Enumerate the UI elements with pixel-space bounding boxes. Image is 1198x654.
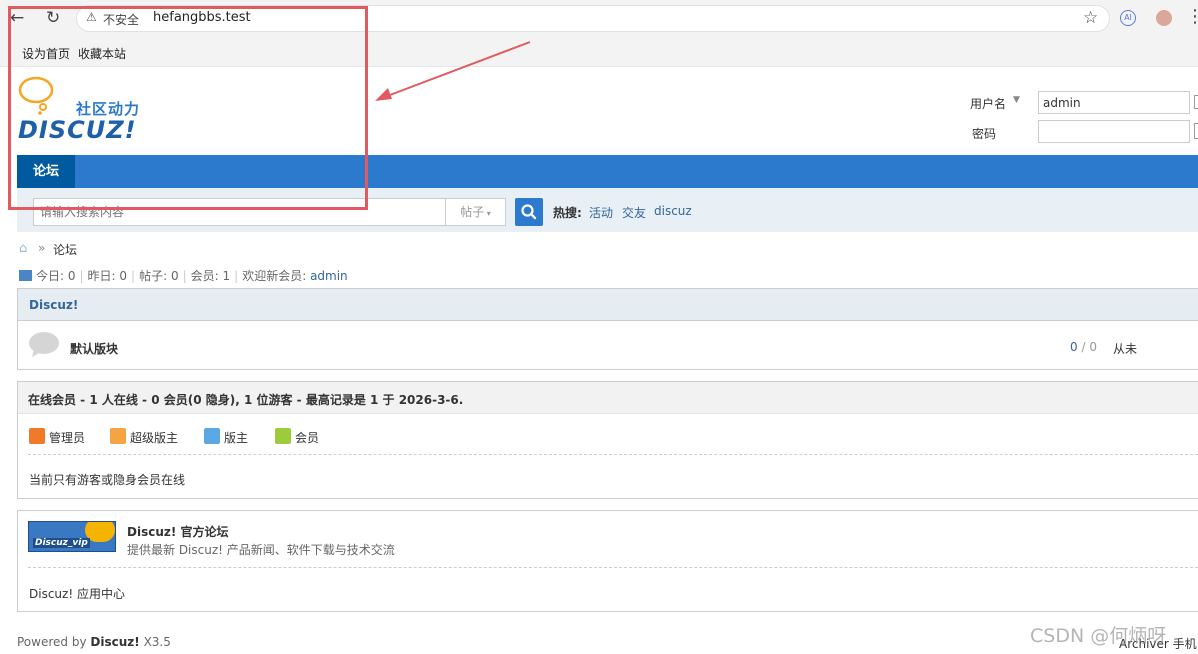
legend-super-moderator: 超级版主 xyxy=(130,431,179,445)
welcome-text: 欢迎新会员: xyxy=(242,269,307,283)
legend-moderator: 版主 xyxy=(224,431,249,445)
powered-prefix: Powered by xyxy=(17,635,87,649)
hot-search-label: 热搜: xyxy=(553,206,582,220)
search-icon xyxy=(521,204,537,220)
auto-login-checkbox[interactable] xyxy=(1194,95,1198,109)
footer-powered: Powered by Discuz! X3.5 xyxy=(17,635,171,649)
ai-icon[interactable]: AI xyxy=(1120,10,1136,26)
hot-search-item[interactable]: 活动 xyxy=(589,204,613,221)
online-header: 在线会员 - 1 人在线 - 0 会员(0 隐身), 1 位游客 - 最高记录是… xyxy=(18,382,1198,414)
forum-name-link[interactable]: 默认版块 xyxy=(70,340,118,357)
annotation-arrow-icon xyxy=(375,41,531,101)
search-button[interactable] xyxy=(515,198,543,226)
stat-today: 今日: 0 xyxy=(36,269,76,283)
home-icon[interactable]: ⌂ xyxy=(19,241,27,256)
online-members-box: 在线会员 - 1 人在线 - 0 会员(0 隐身), 1 位游客 - 最高记录是… xyxy=(17,381,1198,499)
forum-counts: 0 / 0 xyxy=(1070,340,1097,354)
forum-bubble-icon[interactable] xyxy=(28,331,60,359)
username-input[interactable] xyxy=(1038,91,1190,114)
super-moderator-icon xyxy=(110,428,126,444)
stat-yesterday: 昨日: 0 xyxy=(87,269,128,283)
forum-group-header: Discuz! xyxy=(18,289,1198,321)
divider xyxy=(28,454,1198,455)
legend-member: 会员 xyxy=(295,431,320,445)
last-post-text: 从未 xyxy=(1113,342,1138,356)
profile-avatar[interactable] xyxy=(1156,10,1172,26)
forum-group-box: Discuz! 默认版块 0 / 0 从未 xyxy=(17,288,1198,370)
breadcrumb-current[interactable]: 论坛 xyxy=(53,241,77,258)
legend-admin: 管理员 xyxy=(49,431,86,445)
star-icon[interactable]: ☆ xyxy=(1083,8,1098,28)
login-button[interactable] xyxy=(1194,123,1198,139)
stat-members: 会员: 1 xyxy=(190,269,231,283)
annotation-rectangle xyxy=(8,6,368,210)
search-type-label: 帖子 xyxy=(460,205,485,219)
search-type-select[interactable]: 帖子 ▾ xyxy=(445,198,506,226)
official-forum-link[interactable]: Discuz! 官方论坛 xyxy=(127,523,229,540)
new-member-link[interactable]: admin xyxy=(310,269,348,283)
online-title[interactable]: 在线会员 - 1 人在线 - 0 会员(0 隐身), 1 位游客 - 最高记录是… xyxy=(28,391,463,408)
forum-post-count: 0 xyxy=(1089,340,1097,354)
moderator-icon xyxy=(204,428,220,444)
password-input[interactable] xyxy=(1038,120,1190,143)
breadcrumb-sep: » xyxy=(38,241,46,255)
watermark-text: CSDN @何炳呀 xyxy=(1030,625,1167,647)
dropdown-arrow-icon[interactable]: ▼ xyxy=(1013,95,1020,105)
online-note: 当前只有游客或隐身会员在线 xyxy=(29,473,186,487)
vip-logo-text: Discuz_vip xyxy=(33,538,90,548)
discuz-vip-logo[interactable]: Discuz_vip xyxy=(28,521,116,552)
chart-icon xyxy=(19,270,32,281)
official-forum-desc: 提供最新 Discuz! 产品新闻、软件下载与技术交流 xyxy=(127,543,395,557)
menu-icon[interactable]: ⋮ xyxy=(1186,6,1198,27)
password-label: 密码 xyxy=(972,127,997,141)
footer-version: X3.5 xyxy=(143,635,171,649)
footer-brand-link[interactable]: Discuz! xyxy=(90,635,139,649)
divider xyxy=(28,567,1198,568)
forum-thread-count: 0 xyxy=(1070,340,1078,354)
friend-links-box: Discuz_vip Discuz! 官方论坛 提供最新 Discuz! 产品新… xyxy=(17,510,1198,612)
hot-search-item[interactable]: 交友 xyxy=(622,204,646,221)
forum-group-title[interactable]: Discuz! xyxy=(29,298,78,312)
hot-search-item[interactable]: discuz xyxy=(654,204,692,218)
app-center-link[interactable]: Discuz! 应用中心 xyxy=(29,585,125,602)
stat-posts: 帖子: 0 xyxy=(139,269,179,283)
forum-stats: 今日: 0 | 昨日: 0 | 帖子: 0 | 会员: 1 | 欢迎新会员: admin xyxy=(19,267,348,284)
admin-user-icon xyxy=(29,428,45,444)
forum-counts-sep: / xyxy=(1081,340,1086,354)
member-icon xyxy=(275,428,291,444)
username-label: 用户名 xyxy=(970,97,1007,111)
